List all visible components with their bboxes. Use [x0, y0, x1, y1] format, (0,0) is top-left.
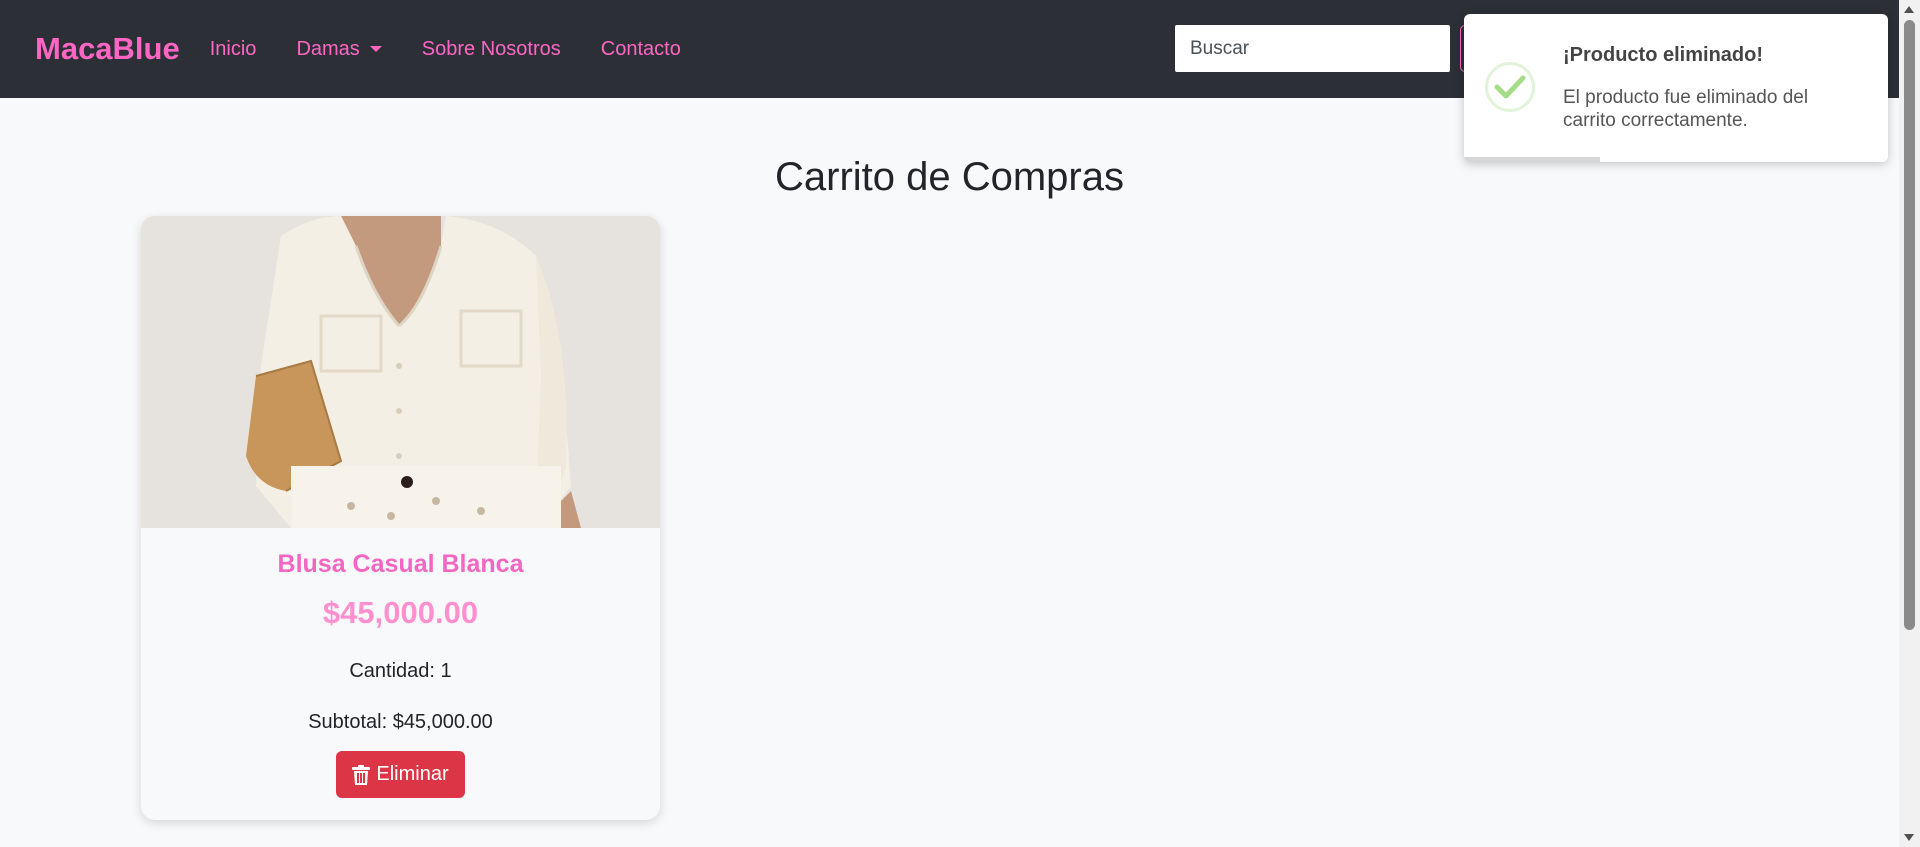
toast-progress-track [1464, 157, 1888, 162]
toast-progress-bar [1464, 157, 1600, 162]
cart-item-body: Blusa Casual Blanca $45,000.00 Cantidad:… [141, 550, 660, 798]
delete-item-button[interactable]: Eliminar [336, 751, 465, 798]
scroll-up-arrow-icon[interactable] [1904, 6, 1914, 13]
product-subtotal: Subtotal: $45,000.00 [308, 711, 493, 733]
product-photo-illustration [141, 216, 660, 528]
product-name: Blusa Casual Blanca [277, 550, 524, 578]
delete-item-label: Eliminar [376, 763, 449, 785]
chevron-down-icon [369, 46, 382, 52]
notification-toast[interactable]: ¡Producto eliminado! El producto fue eli… [1464, 14, 1888, 162]
check-circle-icon [1485, 62, 1535, 112]
nav-link-damas-dropdown[interactable]: Damas [296, 37, 382, 61]
brand-logo[interactable]: MacaBlue [35, 31, 180, 67]
toast-title: ¡Producto eliminado! [1563, 44, 1763, 66]
product-price: $45,000.00 [322, 595, 479, 630]
nav-link-inicio[interactable]: Inicio [210, 38, 257, 61]
scroll-thumb[interactable] [1904, 20, 1915, 630]
nav-link-damas-label: Damas [296, 37, 360, 60]
search-input[interactable] [1175, 25, 1450, 72]
nav-link-sobre-nosotros[interactable]: Sobre Nosotros [422, 38, 561, 61]
toast-message: El producto fue eliminado del carrito co… [1563, 87, 1809, 131]
scroll-down-arrow-icon[interactable] [1904, 834, 1914, 841]
product-quantity: Cantidad: 1 [349, 660, 452, 682]
product-image [141, 216, 660, 528]
nav-link-contacto[interactable]: Contacto [601, 38, 681, 61]
cart-item-card: Blusa Casual Blanca $45,000.00 Cantidad:… [141, 216, 660, 820]
trash-icon [352, 764, 371, 785]
vertical-scrollbar[interactable] [1899, 0, 1920, 847]
